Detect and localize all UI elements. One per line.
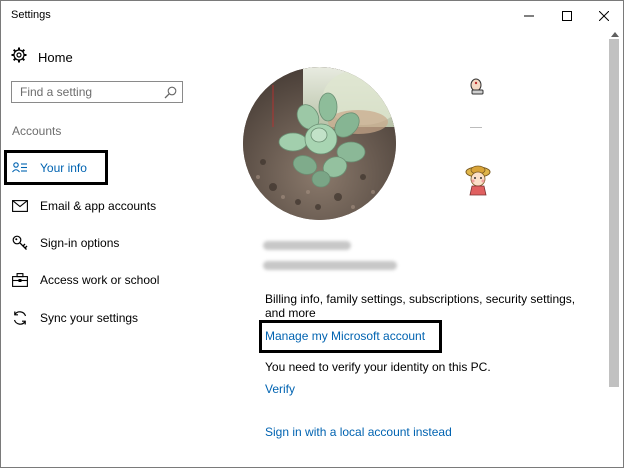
gear-icon	[11, 47, 27, 68]
search-box[interactable]	[11, 81, 183, 103]
close-icon	[599, 11, 609, 21]
separator-line	[470, 127, 482, 128]
search-input[interactable]	[12, 82, 170, 102]
home-nav-item[interactable]: Home	[11, 45, 231, 69]
sidebar-item-access-work-or-school[interactable]: Access work or school	[11, 267, 221, 293]
minimize-icon	[524, 15, 534, 17]
character-avatar-icon[interactable]	[463, 164, 493, 201]
key-icon	[11, 234, 29, 252]
accounts-section-heading: Accounts	[12, 124, 62, 138]
sidebar-item-label: Sign-in options	[40, 236, 120, 250]
sidebar-item-sign-in-options[interactable]: Sign-in options	[11, 230, 221, 256]
maximize-button[interactable]	[549, 1, 585, 31]
home-label: Home	[38, 49, 73, 65]
verify-link[interactable]: Verify	[265, 382, 295, 396]
scrollbar-thumb[interactable]	[609, 39, 619, 387]
local-account-link[interactable]: Sign in with a local account instead	[265, 425, 452, 439]
verify-identity-notice: You need to verify your identity on this…	[265, 360, 491, 374]
sidebar-item-label: Access work or school	[40, 273, 160, 287]
sidebar-item-label: Email & app accounts	[40, 199, 157, 213]
minimize-button[interactable]	[511, 1, 547, 31]
title-bar: Settings	[1, 1, 623, 31]
profile-picture	[243, 67, 396, 220]
sync-icon	[11, 309, 29, 327]
manage-account-highlight-box	[259, 320, 442, 353]
account-description: Billing info, family settings, subscript…	[265, 292, 576, 320]
sidebar-item-sync-your-settings[interactable]: Sync your settings	[11, 305, 221, 331]
briefcase-icon	[11, 271, 29, 289]
mail-icon	[11, 197, 29, 215]
search-icon[interactable]	[164, 86, 177, 104]
sidebar-item-email-app-accounts[interactable]: Email & app accounts	[11, 193, 221, 219]
close-button[interactable]	[586, 1, 622, 31]
camera-hand-icon[interactable]	[467, 77, 487, 102]
settings-window: Settings Home Find a setting Accounts Yo…	[0, 0, 624, 468]
scroll-up-arrow-icon[interactable]	[607, 29, 623, 39]
account-name-redacted	[263, 241, 351, 250]
sidebar-item-label: Sync your settings	[40, 311, 139, 325]
account-email-redacted	[263, 261, 397, 270]
maximize-icon	[562, 11, 572, 21]
window-title: Settings	[11, 9, 51, 21]
your-info-highlight-box	[4, 150, 108, 185]
